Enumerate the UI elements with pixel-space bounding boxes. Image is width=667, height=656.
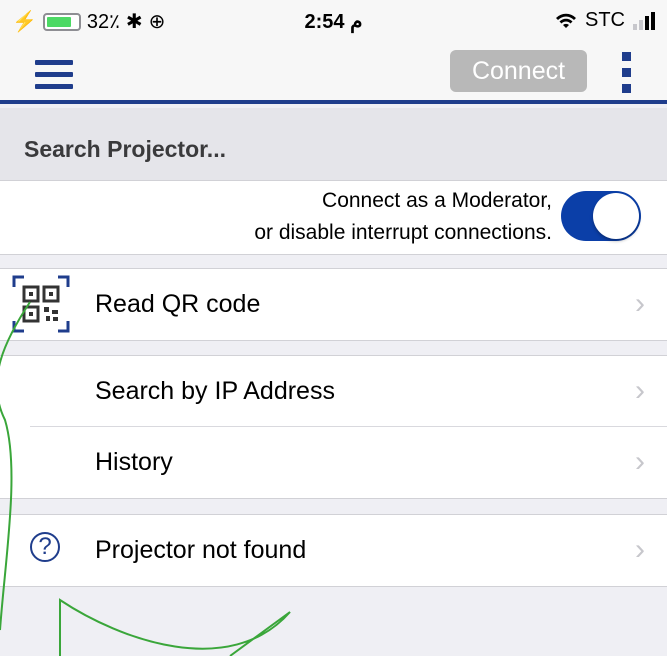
read-qr-label: Read QR code xyxy=(95,290,261,318)
not-found-label: Projector not found xyxy=(95,536,307,564)
connect-button[interactable]: Connect xyxy=(450,50,587,92)
moderator-line-2: or disable interrupt connections. xyxy=(254,221,552,244)
moderator-line-1: Connect as a Moderator, xyxy=(322,189,552,212)
list-item-projector-not-found[interactable]: ? Projector not found › xyxy=(0,515,667,586)
carrier-name: STC xyxy=(585,9,625,31)
search-options-group: Search by IP Address › History › xyxy=(0,355,667,499)
search-placeholder: Search Projector... xyxy=(24,136,226,162)
qr-code-icon xyxy=(12,275,70,333)
search-ip-label: Search by IP Address xyxy=(95,377,335,405)
help-group: ? Projector not found › xyxy=(0,514,667,587)
wifi-icon xyxy=(556,13,576,28)
question-circle-icon: ? xyxy=(30,532,60,562)
chevron-right-icon: › xyxy=(635,445,645,478)
chevron-right-icon: › xyxy=(635,287,645,320)
hamburger-icon[interactable] xyxy=(35,60,73,89)
list-item-search-ip[interactable]: Search by IP Address › xyxy=(0,356,667,427)
history-label: History xyxy=(95,448,173,476)
status-bar: ⚡ 32٪ ✱ ⊕ 2:54 م STC xyxy=(0,0,667,40)
qr-group: Read QR code › xyxy=(0,268,667,341)
chevron-right-icon: › xyxy=(635,374,645,407)
list-item-read-qr[interactable]: Read QR code › xyxy=(0,269,667,340)
chevron-right-icon: › xyxy=(635,533,645,566)
search-bar[interactable]: Search Projector... xyxy=(0,108,667,181)
moderator-description: Connect as a Moderator, or disable inter… xyxy=(254,185,552,249)
list-item-history[interactable]: History › xyxy=(0,427,667,498)
status-right: STC xyxy=(555,9,655,32)
moderator-row: Connect as a Moderator, or disable inter… xyxy=(0,181,667,255)
nav-bar: Connect xyxy=(0,40,667,104)
moderator-toggle[interactable] xyxy=(561,191,641,241)
signal-icon xyxy=(633,11,655,30)
kebab-icon[interactable] xyxy=(622,52,634,94)
